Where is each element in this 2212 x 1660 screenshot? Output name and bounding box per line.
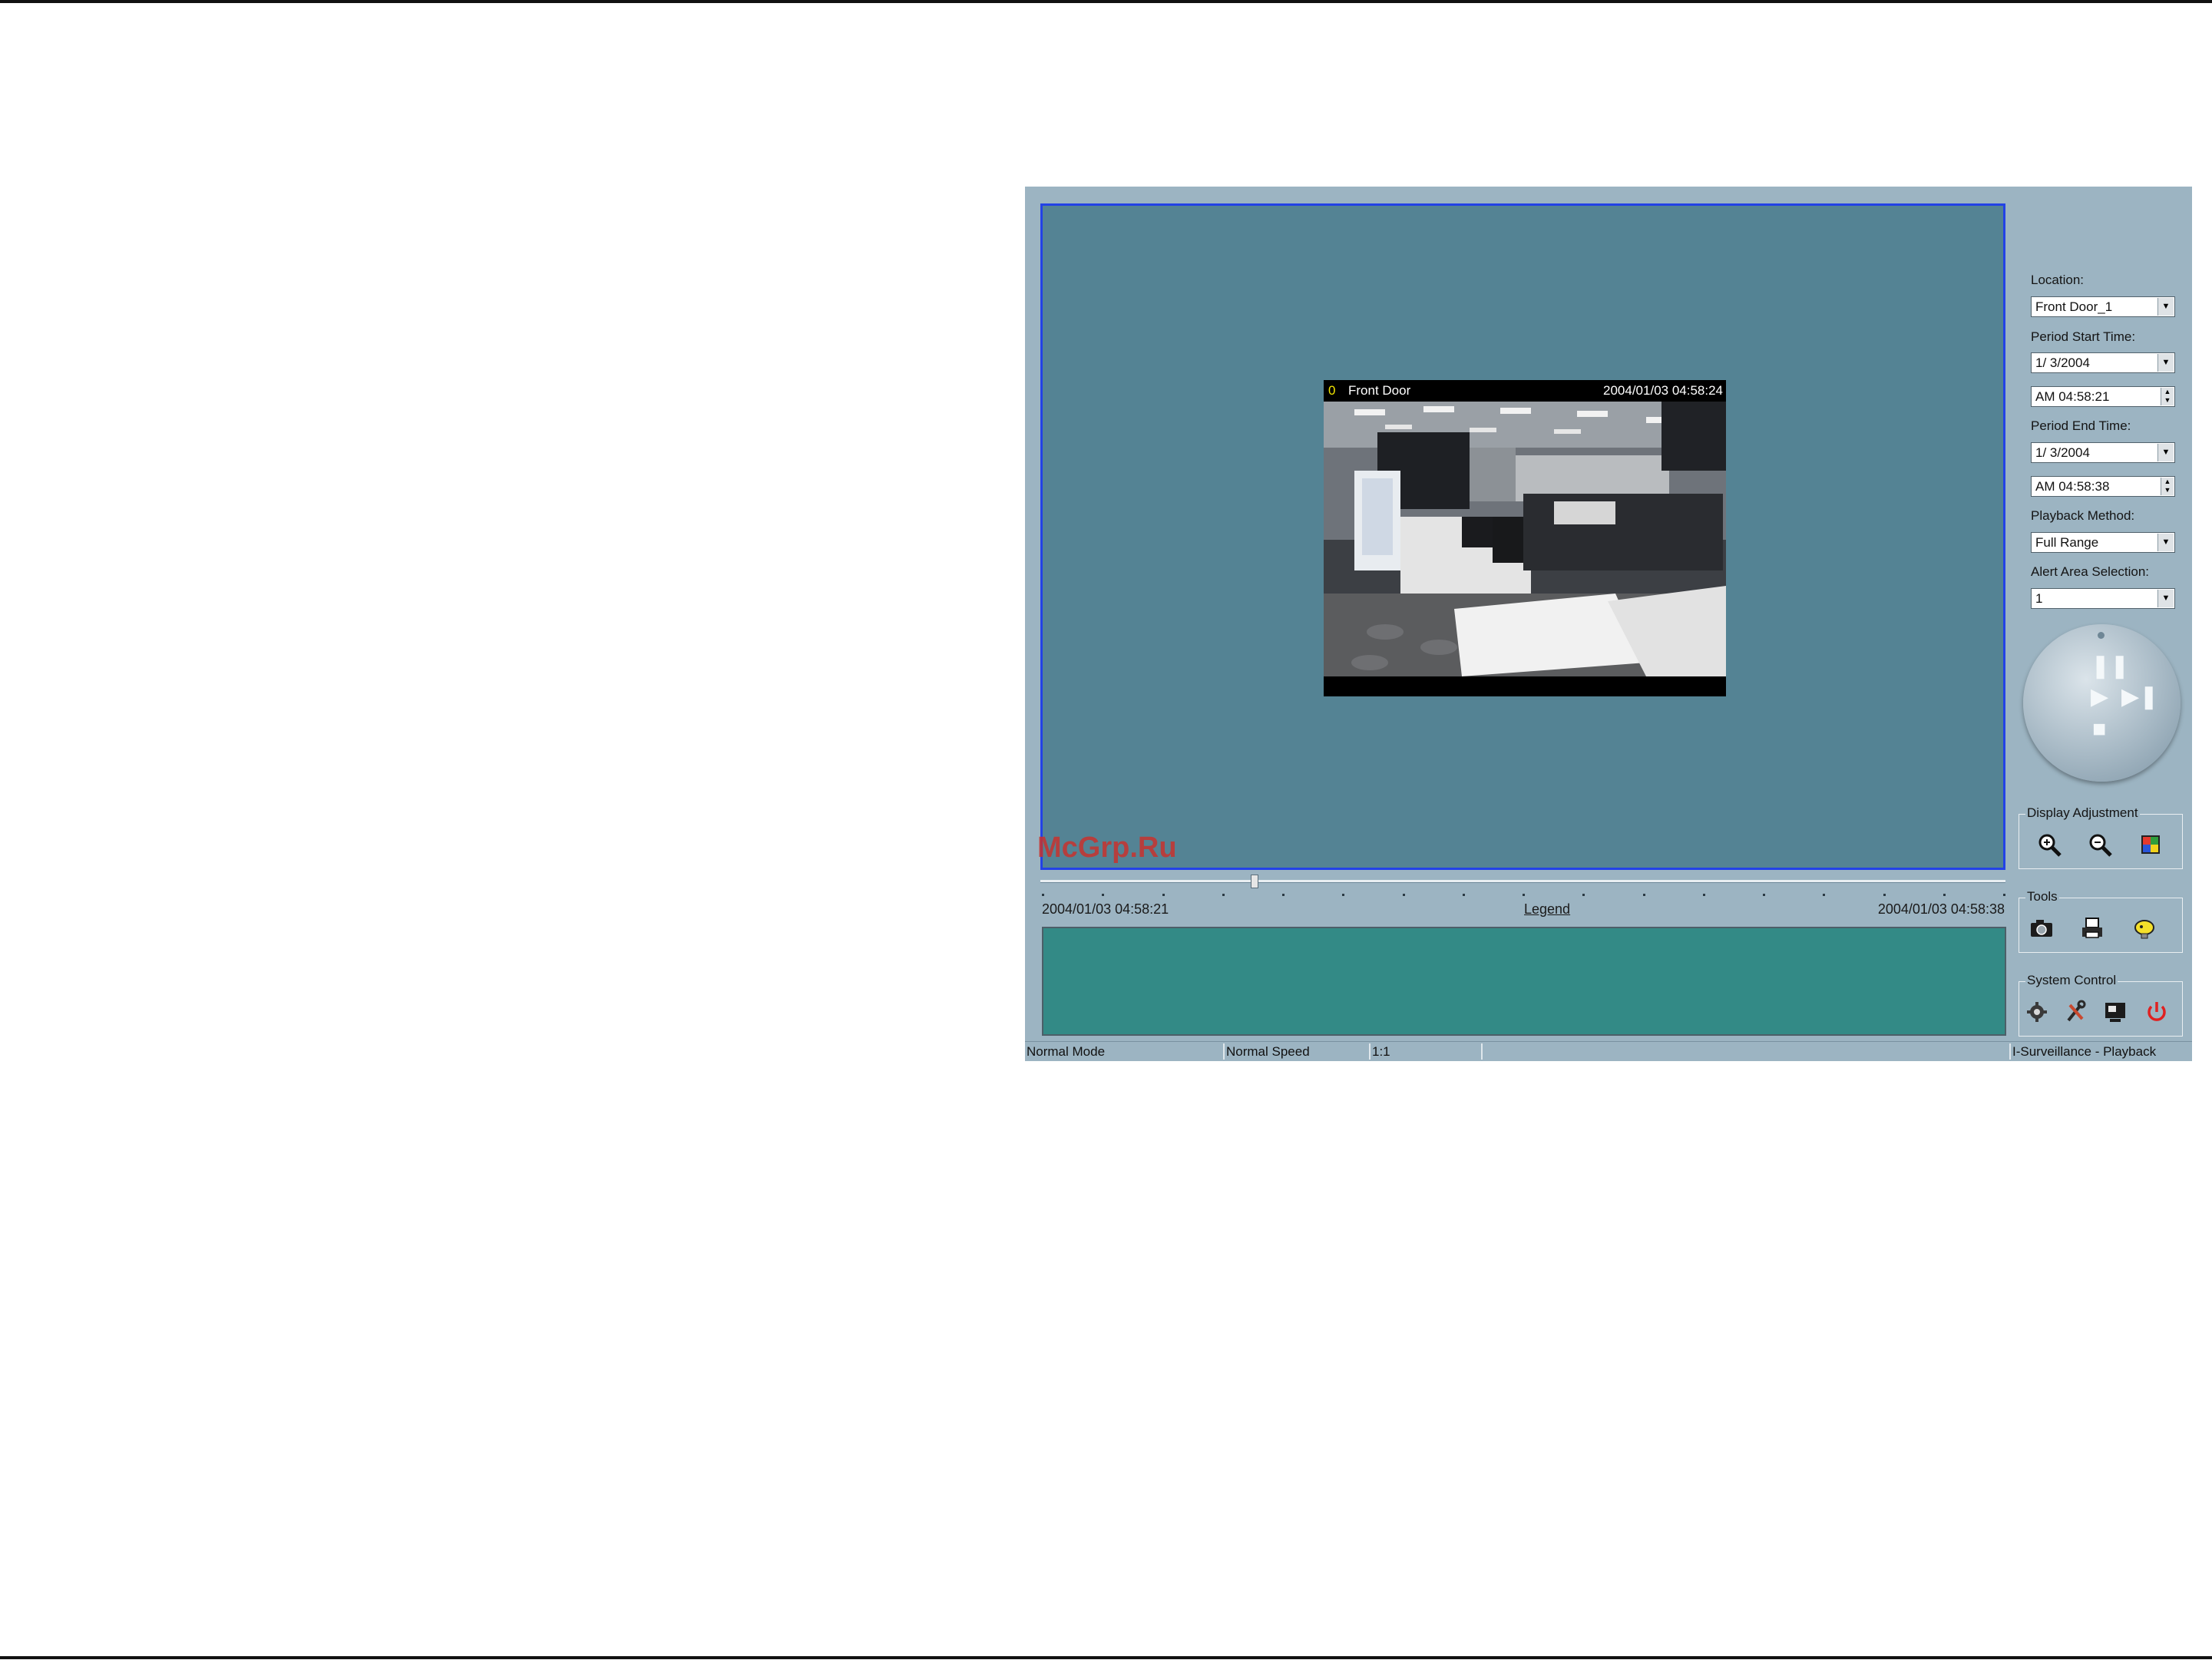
spinner-arrows-icon[interactable]: ▲ ▼ xyxy=(2161,388,2174,405)
event-panel[interactable] xyxy=(1042,927,2006,1036)
zoom-in-icon[interactable] xyxy=(2036,832,2062,858)
camera-image xyxy=(1324,402,1726,676)
camera-name: Front Door xyxy=(1348,383,1411,398)
camera-view[interactable]: 0 Front Door 2004/01/03 04:58:24 xyxy=(1324,380,1726,696)
playback-method-value: Full Range xyxy=(2035,535,2099,550)
alert-area-value: 1 xyxy=(2035,591,2043,606)
period-end-time-spinner[interactable]: AM 04:58:38 ▲ ▼ xyxy=(2031,476,2175,497)
timeline-tick xyxy=(1643,894,1645,896)
period-start-time-spinner[interactable]: AM 04:58:21 ▲ ▼ xyxy=(2031,386,2175,407)
stop-icon[interactable]: ■ xyxy=(2092,718,2106,741)
timeline-tick xyxy=(1222,894,1225,896)
alert-area-select[interactable]: 1 ▼ xyxy=(2031,588,2175,609)
page-bottom-rule xyxy=(0,1656,2212,1659)
timeline-tick xyxy=(1943,894,1946,896)
video-timestamp: 2004/01/03 04:58:24 xyxy=(1603,383,1723,398)
power-icon[interactable] xyxy=(2144,999,2170,1025)
period-end-date: 1/ 3/2004 xyxy=(2035,445,2090,460)
period-start-time: AM 04:58:21 xyxy=(2035,389,2110,404)
timeline-tick xyxy=(1703,894,1705,896)
playback-method-label: Playback Method: xyxy=(2031,508,2135,523)
status-speed: Normal Speed xyxy=(1225,1043,1371,1060)
tools-icon[interactable] xyxy=(2062,999,2088,1025)
dial-indicator xyxy=(2098,632,2105,639)
timeline-track[interactable] xyxy=(1040,880,2005,883)
timeline-end-time: 2004/01/03 04:58:38 xyxy=(1877,901,2005,917)
timeline-tick xyxy=(2003,894,2005,896)
timeline-tick xyxy=(1102,894,1104,896)
timeline-tick xyxy=(1403,894,1405,896)
channel-number: 0 xyxy=(1328,383,1336,398)
period-end-time: AM 04:58:38 xyxy=(2035,479,2110,494)
display-adjustment-group: Display Adjustment xyxy=(2019,805,2183,869)
timeline-tick xyxy=(1763,894,1765,896)
location-select[interactable]: Front Door_1 ▼ xyxy=(2031,296,2175,317)
chevron-down-icon[interactable]: ▼ xyxy=(2157,298,2174,316)
timeline-start-time: 2004/01/03 04:58:21 xyxy=(1042,901,1169,917)
step-forward-icon[interactable]: ▶❚ xyxy=(2121,686,2158,709)
tools-title: Tools xyxy=(2025,889,2059,904)
period-start-date-select[interactable]: 1/ 3/2004 ▼ xyxy=(2031,352,2175,373)
timeline-tick xyxy=(1342,894,1344,896)
timeline-thumb[interactable] xyxy=(1251,875,1258,888)
timeline-tick xyxy=(1523,894,1525,896)
timeline-tick xyxy=(1823,894,1825,896)
play-icon[interactable]: ▶ xyxy=(2091,686,2108,709)
monitor-icon[interactable] xyxy=(2102,999,2128,1025)
timeline-slider[interactable] xyxy=(1040,875,2005,888)
status-ratio: 1:1 xyxy=(1371,1043,1483,1060)
video-display-area[interactable]: 0 Front Door 2004/01/03 04:58:24 McGrp.R… xyxy=(1037,203,2005,870)
location-label: Location: xyxy=(2031,273,2084,287)
watermark: McGrp.Ru xyxy=(1037,832,1177,864)
chevron-down-icon[interactable]: ▼ xyxy=(2157,534,2174,551)
snapshot-icon[interactable] xyxy=(2028,915,2055,941)
chevron-down-icon[interactable]: ▼ xyxy=(2157,354,2174,372)
color-adjust-icon[interactable] xyxy=(2138,832,2164,858)
playback-control-dial: ❚❚ ▶ ▶❚ ■ xyxy=(2023,624,2181,782)
pause-icon[interactable]: ❚❚ xyxy=(2091,655,2129,678)
timeline-tick xyxy=(1042,894,1044,896)
page-top-rule xyxy=(0,0,2212,3)
timeline-tick xyxy=(1883,894,1886,896)
bulb-icon[interactable] xyxy=(2131,915,2157,941)
status-bar: Normal Mode Normal Speed 1:1 I-Surveilla… xyxy=(1025,1041,2192,1061)
status-empty xyxy=(1483,1043,2011,1060)
legend-link[interactable]: Legend xyxy=(1524,901,1570,918)
status-app-name: I-Surveillance - Playback xyxy=(2012,1044,2157,1059)
period-start-label: Period Start Time: xyxy=(2031,329,2136,344)
settings-icon[interactable] xyxy=(2024,999,2050,1025)
system-control-group: System Control xyxy=(2019,973,2183,1037)
status-mode: Normal Mode xyxy=(1025,1043,1225,1060)
alert-area-label: Alert Area Selection: xyxy=(2031,564,2150,579)
period-start-date: 1/ 3/2004 xyxy=(2035,355,2090,370)
playback-method-select[interactable]: Full Range ▼ xyxy=(2031,532,2175,553)
chevron-down-icon[interactable]: ▼ xyxy=(2157,590,2174,607)
period-end-label: Period End Time: xyxy=(2031,418,2131,433)
location-value: Front Door_1 xyxy=(2035,299,2113,314)
timeline-tick xyxy=(1162,894,1165,896)
system-control-title: System Control xyxy=(2025,973,2118,988)
display-adjustment-title: Display Adjustment xyxy=(2025,805,2140,821)
chevron-down-icon[interactable]: ▼ xyxy=(2157,444,2174,461)
playback-window: 0 Front Door 2004/01/03 04:58:24 McGrp.R… xyxy=(1025,187,2192,1061)
timeline-tick xyxy=(1282,894,1285,896)
zoom-out-icon[interactable] xyxy=(2087,832,2113,858)
spinner-arrows-icon[interactable]: ▲ ▼ xyxy=(2161,478,2174,495)
video-overlay: 0 Front Door 2004/01/03 04:58:24 xyxy=(1324,380,1726,402)
timeline-tick xyxy=(1582,894,1585,896)
period-end-date-select[interactable]: 1/ 3/2004 ▼ xyxy=(2031,442,2175,463)
tools-group: Tools xyxy=(2019,889,2183,953)
timeline-tick xyxy=(1463,894,1465,896)
print-icon[interactable] xyxy=(2079,915,2105,941)
